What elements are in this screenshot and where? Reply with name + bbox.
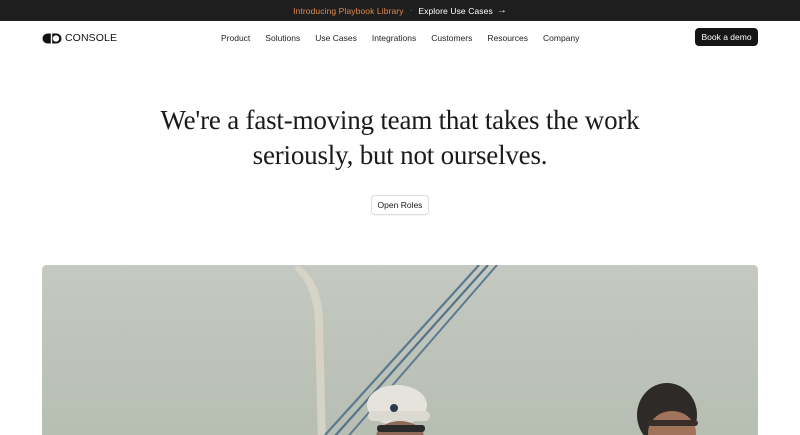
announcement-promo-link[interactable]: Introducing Playbook Library: [293, 6, 404, 16]
brand-logo[interactable]: CONSOLE: [42, 31, 117, 45]
team-photo: [42, 265, 758, 435]
explore-use-cases-label: Explore Use Cases: [418, 5, 493, 16]
announcement-bar: Introducing Playbook Library · Explore U…: [0, 0, 800, 21]
hero-headline-line-2: seriously, but not ourselves.: [252, 140, 548, 170]
top-navigation: CONSOLE Product Solutions Use Cases Inte…: [0, 21, 800, 54]
hero-headline-line-1: We're a fast-moving team that takes the …: [160, 105, 640, 135]
team-photo-illustration: [42, 265, 758, 435]
book-demo-button[interactable]: Book a demo: [695, 28, 758, 46]
brand-name: CONSOLE: [65, 32, 118, 44]
open-roles-button[interactable]: Open Roles: [371, 195, 429, 215]
console-logo-icon: [42, 32, 62, 44]
nav-item-use-cases[interactable]: Use Cases: [315, 33, 357, 43]
nav-item-product[interactable]: Product: [221, 33, 250, 43]
nav-item-company[interactable]: Company: [543, 33, 579, 43]
nav-item-customers[interactable]: Customers: [431, 33, 472, 43]
explore-use-cases-link[interactable]: Explore Use Cases →: [418, 4, 507, 16]
announcement-separator: ·: [409, 6, 413, 15]
arrow-right-icon: →: [496, 4, 507, 16]
main-menu: Product Solutions Use Cases Integrations…: [221, 21, 594, 54]
nav-item-integrations[interactable]: Integrations: [372, 33, 416, 43]
nav-item-resources[interactable]: Resources: [487, 33, 528, 43]
nav-item-solutions[interactable]: Solutions: [265, 33, 300, 43]
hero-headline: We're a fast-moving team that takes the …: [0, 103, 800, 173]
